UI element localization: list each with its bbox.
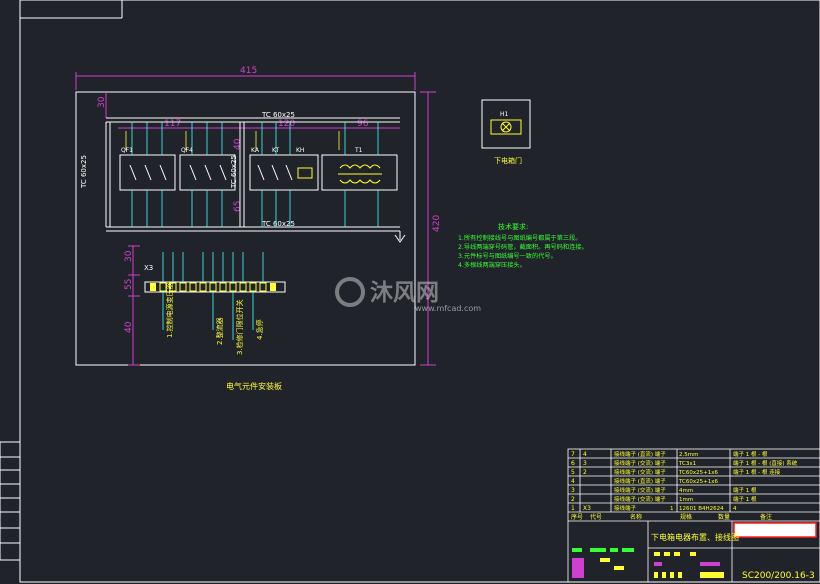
dim-30-top: 30 [97, 96, 107, 108]
row-name: 接线端子 (交流) 端子 [614, 495, 666, 503]
header-code: 代号 [590, 513, 602, 521]
duct-label-top: TC 60x25 [261, 111, 295, 119]
watermark-brand: 沐风网 [370, 280, 439, 306]
highlight-box [733, 522, 817, 538]
row-no: 5 [571, 469, 575, 476]
duct-label-mid: TC 60x25 [230, 155, 238, 189]
tech-req-line-4: 4.多根线两端穿压接头。 [458, 261, 526, 269]
lamp-label: H1 [500, 111, 509, 118]
strip-wires [162, 252, 264, 340]
dim-415: 415 [240, 66, 257, 76]
dim-55: 55 [124, 279, 134, 290]
transformer-t1 [321, 154, 398, 191]
row-spec: 12601 B4H2624 [679, 506, 724, 512]
row-note: 端子 1 根 [733, 486, 757, 494]
row-name: 接线端子 (交流) 端子 [614, 459, 666, 467]
dim-120: 120 [278, 119, 295, 129]
wire-duct-bottom [106, 226, 400, 232]
row-spec: TC60x25+1x6 [678, 479, 718, 485]
tech-req-line-2: 2.导线两端穿号码管，截面积。再号码和连接。 [458, 243, 588, 251]
drawing-title: 下电箱电器布置、接线图 [651, 532, 739, 542]
left-revision-table [0, 441, 21, 561]
row-note: 端子 1 根 - 根 连接 [733, 468, 781, 476]
lamp-caption: 下电箱门 [494, 156, 522, 165]
annotation-3: 3.检修门限位开关 [235, 299, 244, 355]
annotation-1: 1.控制电源变压器 [165, 282, 174, 338]
drawing-number: SC200/200.16-3 [742, 571, 815, 581]
annotation-2: 2.整流器 [215, 317, 224, 345]
header-no: 序号 [571, 513, 583, 521]
row-name: 接线端子 (交流) 端子 [614, 486, 666, 494]
tech-req-title: 技术要求: [498, 222, 528, 231]
watermark-url: www.mfcad.com [415, 304, 481, 313]
row-code: 4 [583, 451, 587, 458]
lamp-symbol [481, 99, 531, 149]
row-no: 4 [571, 478, 575, 485]
row-no: 6 [571, 460, 575, 467]
row-note: 端子 1 根 [733, 495, 757, 503]
title-block [567, 448, 820, 583]
watermark [335, 277, 365, 307]
row-code: X3 [583, 505, 591, 512]
device-label-kt: KT [272, 147, 279, 154]
row-name: 接线端子 [614, 504, 637, 512]
header-qty: 数量 [718, 513, 730, 521]
wire-duct-left [105, 122, 111, 227]
row-spec: 4mm [679, 488, 693, 494]
row-spec: 1mm [679, 497, 693, 503]
wire-duct-top [106, 117, 400, 123]
row-note: 端子 1 根 - 根 [733, 450, 768, 458]
row-name: 接线端子 (直流) 端子 [614, 450, 666, 458]
row-code: 3 [583, 460, 587, 467]
dimension-left-column [105, 92, 140, 366]
dim-40-mid: 40 [233, 138, 243, 150]
breaker-qf4 [179, 154, 236, 191]
dim-96: 96 [357, 119, 369, 129]
header-name: 名称 [630, 513, 642, 521]
duct-label-left: TC 60x25 [80, 155, 88, 189]
header-spec: 规格 [680, 513, 692, 521]
annotation-4: 4.急停 [255, 319, 264, 340]
row-code: 2 [583, 469, 587, 476]
row-name: 接线端子 (交流) 端子 [614, 468, 666, 476]
row-qty: 1 [670, 506, 674, 512]
row-no: 7 [571, 451, 575, 458]
breaker-qf1 [119, 154, 176, 191]
device-label-qf1: QF1 [121, 147, 133, 154]
row-name: 接线端子 (直流) 端子 [614, 477, 666, 485]
dim-30: 30 [124, 250, 134, 262]
row-spec: TC60x25+1x6 [678, 470, 718, 476]
panel-title: 电气元件安装板 [226, 381, 282, 391]
row-no: 3 [571, 487, 575, 494]
device-label-kh: KH [296, 147, 304, 154]
terminal-strip-label: X3 [144, 264, 153, 272]
dim-40: 40 [124, 321, 134, 333]
row-no: 2 [571, 496, 575, 503]
dimension-overall-width: 415 [75, 66, 416, 90]
contactor-group [249, 154, 319, 191]
tech-req-line-3: 3.元件标号与图纸编号一致的代号。 [458, 252, 557, 260]
row-note: 端子 1 根 - 根 (直接) 系统 [733, 459, 798, 467]
dimension-overall-height: 420 [420, 91, 442, 366]
cad-drawing: 415 420 30 30 55 40 117 120 96 40 65 TC … [0, 0, 820, 583]
tech-req-line-1: 1.所有控制接线号与图纸编号都属于第三段。 [458, 234, 581, 242]
row-spec: 2.5mm [679, 452, 698, 458]
device-label-t1: T1 [354, 147, 363, 154]
device-label-qf4: QF4 [181, 147, 193, 154]
header-note: 备注 [760, 513, 772, 521]
row-spec: TC3x1 [678, 461, 696, 467]
dim-65-mid: 65 [233, 201, 243, 212]
device-label-ka: KA [251, 147, 260, 154]
dim-117: 117 [164, 119, 181, 129]
title-block-rows: 7 4 接线端子 (直流) 端子 2.5mm 端子 1 根 - 根 6 3 接线… [571, 450, 798, 521]
row-no: 1 [571, 505, 575, 512]
dim-420: 420 [432, 215, 442, 232]
relay-coil [297, 167, 313, 179]
row-note: 4 [733, 506, 737, 512]
